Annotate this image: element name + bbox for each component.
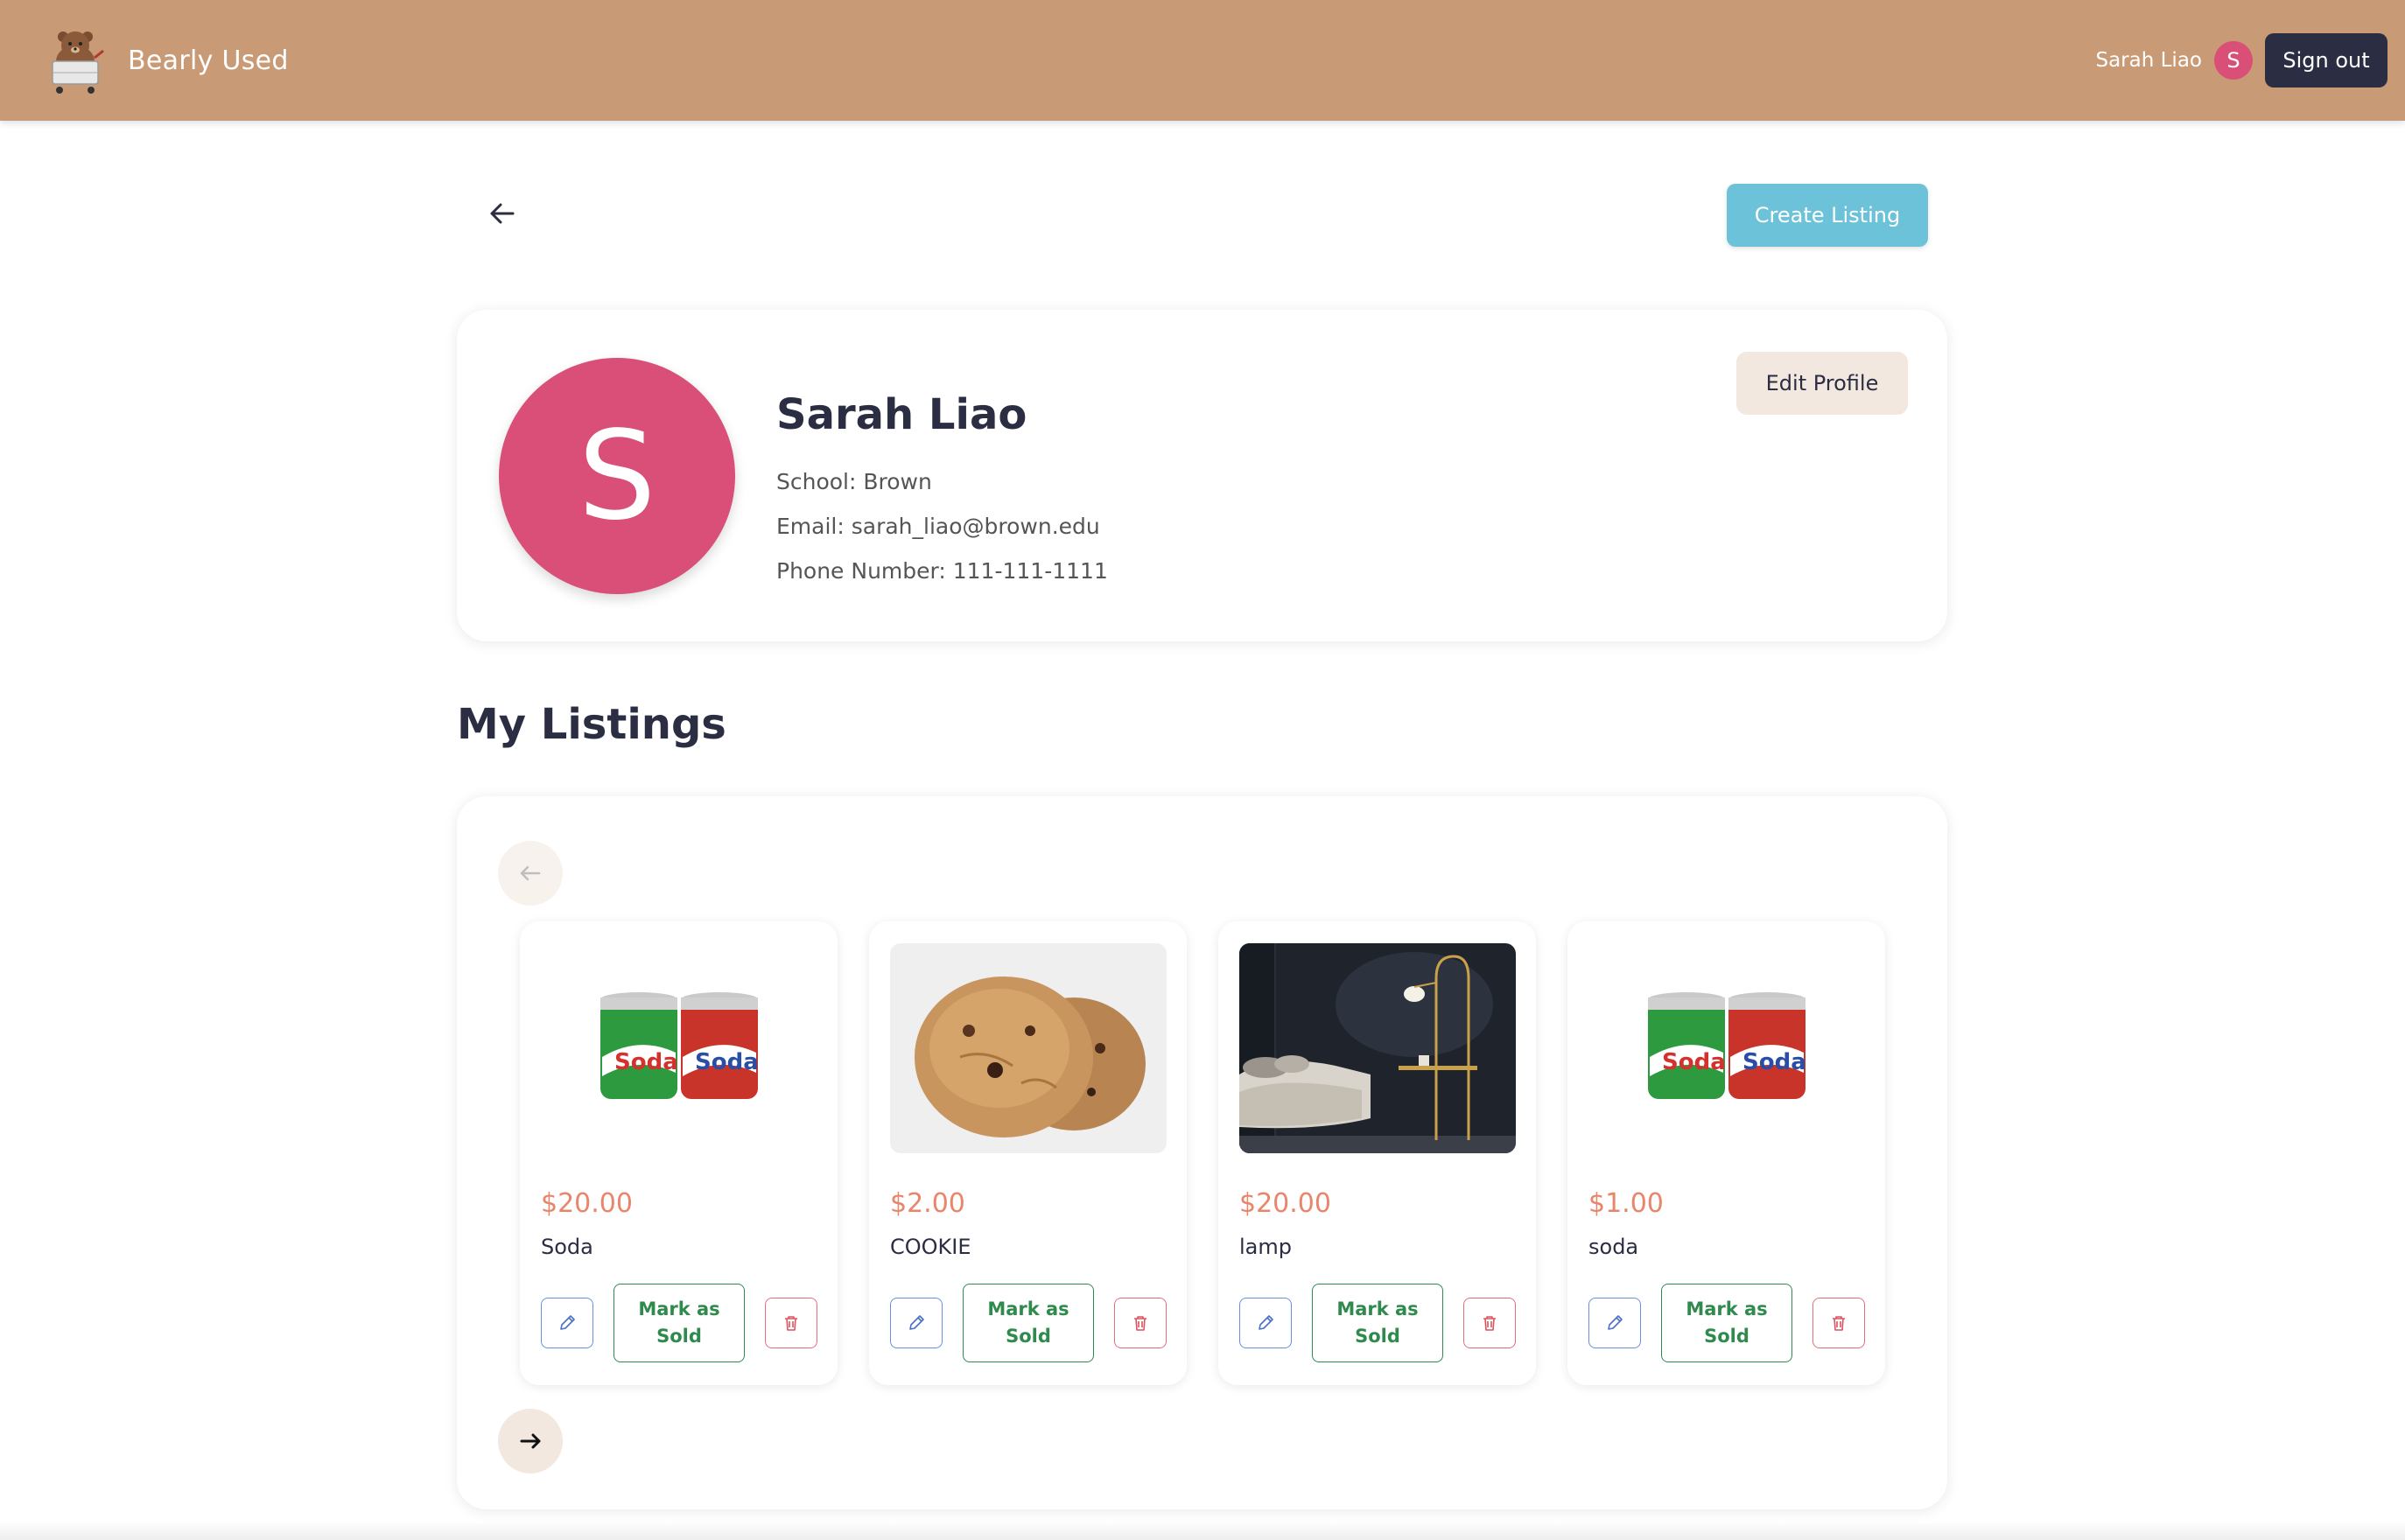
user-avatar[interactable]: S (2214, 41, 2253, 80)
profile-card: S Sarah Liao School: Brown Email: sarah_… (457, 310, 1947, 641)
edit-profile-button[interactable]: Edit Profile (1736, 352, 1908, 415)
user-name[interactable]: Sarah Liao (2095, 49, 2202, 72)
edit-listing-button[interactable] (890, 1298, 943, 1348)
arrow-left-icon (520, 865, 541, 881)
mark-as-sold-button[interactable]: Mark as Sold (1661, 1284, 1792, 1362)
trash-icon (1833, 1316, 1845, 1331)
brand-link[interactable]: Bearly Used (44, 24, 289, 96)
svg-text:Soda: Soda (695, 1049, 759, 1075)
pencil-icon (1608, 1315, 1623, 1330)
pencil-icon (909, 1315, 924, 1330)
listing-title: Soda (541, 1235, 593, 1259)
listing-price: $1.00 (1588, 1188, 1664, 1219)
soda-cans-image: Soda Soda (1588, 943, 1865, 1153)
lamp-room-image (1239, 943, 1516, 1153)
delete-listing-button[interactable] (1463, 1298, 1516, 1348)
profile-email: Email: sarah_liao@brown.edu (776, 514, 1100, 539)
trash-icon (1134, 1316, 1146, 1331)
carousel-next-button[interactable] (498, 1409, 563, 1474)
pencil-icon (1259, 1315, 1273, 1330)
listing-image[interactable]: Soda Soda (541, 943, 817, 1153)
trash-icon (1483, 1316, 1496, 1331)
listing-card[interactable]: $20.00 lamp Mark as Sold (1218, 921, 1536, 1385)
bear-cart-logo-icon (52, 32, 104, 94)
cookie-image (890, 943, 1167, 1153)
page-bottom-edge (0, 1521, 2405, 1540)
profile-avatar: S (499, 358, 735, 594)
svg-text:Soda: Soda (614, 1049, 678, 1075)
listing-image[interactable] (1239, 943, 1516, 1153)
svg-text:Soda: Soda (1742, 1049, 1806, 1075)
edit-listing-button[interactable] (541, 1298, 593, 1348)
my-listings-title: My Listings (457, 700, 726, 749)
listing-title: COOKIE (890, 1235, 971, 1259)
carousel-prev-button[interactable] (498, 841, 563, 906)
arrow-right-icon (520, 1433, 541, 1449)
svg-text:Soda: Soda (1662, 1049, 1726, 1075)
navbar: Bearly Used Sarah Liao S Sign out (0, 0, 2405, 121)
profile-school: School: Brown (776, 469, 932, 494)
delete-listing-button[interactable] (1813, 1298, 1865, 1348)
listing-card[interactable]: Soda Soda $20.00 Soda Mark as Sold (520, 921, 838, 1385)
listing-price: $20.00 (541, 1188, 633, 1219)
mark-as-sold-button[interactable]: Mark as Sold (1312, 1284, 1443, 1362)
listing-card[interactable]: $2.00 COOKIE Mark as Sold (869, 921, 1187, 1385)
trash-icon (785, 1316, 797, 1331)
arrow-left-icon (490, 203, 515, 224)
edit-listing-button[interactable] (1239, 1298, 1292, 1348)
user-menu: Sarah Liao S Sign out (2095, 33, 2387, 88)
delete-listing-button[interactable] (1114, 1298, 1167, 1348)
listings-carousel: Soda Soda $20.00 Soda Mark as Sold $2.00… (457, 796, 1947, 1509)
listing-card[interactable]: Soda Soda $1.00 soda Mark as Sold (1567, 921, 1885, 1385)
listing-title: soda (1588, 1235, 1639, 1259)
edit-listing-button[interactable] (1588, 1298, 1641, 1348)
soda-cans-image: Soda Soda (541, 943, 817, 1153)
listing-title: lamp (1239, 1235, 1292, 1259)
delete-listing-button[interactable] (765, 1298, 817, 1348)
listing-price: $2.00 (890, 1188, 965, 1219)
listing-image[interactable] (890, 943, 1167, 1153)
mark-as-sold-button[interactable]: Mark as Sold (614, 1284, 745, 1362)
sign-out-button[interactable]: Sign out (2265, 33, 2387, 88)
profile-name: Sarah Liao (776, 390, 1027, 439)
mark-as-sold-button[interactable]: Mark as Sold (963, 1284, 1094, 1362)
listing-image[interactable]: Soda Soda (1588, 943, 1865, 1153)
pencil-icon (560, 1315, 575, 1330)
brand-name: Bearly Used (128, 45, 289, 76)
back-button[interactable] (483, 194, 522, 233)
profile-phone: Phone Number: 111-111-1111 (776, 558, 1108, 584)
listing-price: $20.00 (1239, 1188, 1331, 1219)
create-listing-button[interactable]: Create Listing (1727, 184, 1928, 247)
